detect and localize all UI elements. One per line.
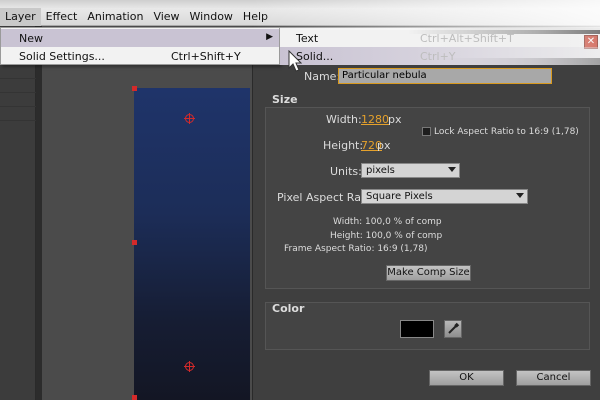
cancel-button[interactable]: Cancel bbox=[516, 370, 591, 386]
width-value[interactable]: 1280 bbox=[361, 113, 389, 126]
menu-layer[interactable]: Layer bbox=[0, 8, 41, 26]
layer-menu: New ▶ Solid Settings... Ctrl+Shift+Y bbox=[0, 27, 280, 65]
eyedropper-icon bbox=[448, 322, 460, 334]
submenu-arrow-icon: ▶ bbox=[266, 32, 273, 42]
units-label: Units: bbox=[330, 165, 362, 178]
menu-item-shortcut: Ctrl+Y bbox=[420, 50, 456, 63]
mouse-cursor-icon bbox=[288, 50, 302, 72]
name-field[interactable]: Particular nebula bbox=[338, 68, 552, 84]
left-panel bbox=[0, 26, 36, 400]
new-submenu: Text Ctrl+Alt+Shift+T Solid... Ctrl+Y bbox=[280, 27, 600, 65]
width-label: Width: bbox=[326, 113, 362, 126]
menu-help[interactable]: Help bbox=[238, 8, 273, 26]
size-section-title: Size bbox=[272, 93, 298, 106]
width-unit: px bbox=[388, 113, 402, 126]
menu-item-text[interactable]: Text Ctrl+Alt+Shift+T bbox=[280, 29, 600, 47]
transform-handle[interactable] bbox=[132, 86, 137, 91]
menu-animation[interactable]: Animation bbox=[82, 8, 148, 26]
anchor-crosshair-icon bbox=[184, 113, 195, 124]
make-comp-size-button[interactable]: Make Comp Size bbox=[386, 265, 471, 281]
menu-effect[interactable]: Effect bbox=[41, 8, 83, 26]
transform-handle[interactable] bbox=[132, 240, 137, 245]
menu-item-new[interactable]: New ▶ bbox=[1, 29, 279, 47]
menu-item-label: Solid Settings... bbox=[19, 50, 105, 63]
height-unit: px bbox=[377, 139, 391, 152]
color-swatch[interactable] bbox=[400, 320, 434, 338]
chevron-down-icon bbox=[516, 193, 524, 198]
info-width: Width: 100,0 % of comp bbox=[333, 217, 442, 227]
info-frame-aspect: Frame Aspect Ratio: 16:9 (1,78) bbox=[284, 244, 428, 254]
eyedropper-button[interactable] bbox=[444, 320, 462, 338]
menu-window[interactable]: Window bbox=[185, 8, 238, 26]
height-label: Height: bbox=[323, 139, 364, 152]
menu-item-shortcut: Ctrl+Alt+Shift+T bbox=[420, 32, 514, 45]
menu-item-label: Text bbox=[296, 32, 319, 45]
chevron-down-icon bbox=[448, 167, 456, 172]
menu-view[interactable]: View bbox=[148, 8, 184, 26]
anchor-crosshair-icon bbox=[184, 361, 195, 372]
units-value: pixels bbox=[366, 165, 395, 176]
transform-handle[interactable] bbox=[132, 395, 137, 400]
units-dropdown[interactable]: pixels bbox=[361, 163, 460, 178]
ok-button[interactable]: OK bbox=[429, 370, 504, 386]
pixel-aspect-value: Square Pixels bbox=[366, 191, 433, 202]
menu-item-label: New bbox=[19, 32, 43, 45]
menubar: Layer Effect Animation View Window Help bbox=[0, 8, 600, 26]
pixel-aspect-dropdown[interactable]: Square Pixels bbox=[361, 189, 528, 204]
solid-layer-preview[interactable] bbox=[134, 88, 250, 400]
menu-item-solid[interactable]: Solid... Ctrl+Y bbox=[280, 47, 600, 65]
title-strip bbox=[0, 0, 600, 8]
lock-aspect-checkbox[interactable] bbox=[422, 127, 431, 136]
menu-item-shortcut: Ctrl+Shift+Y bbox=[171, 50, 241, 63]
name-label: Name: bbox=[304, 70, 341, 83]
color-section-title: Color bbox=[272, 302, 305, 315]
menu-item-solid-settings[interactable]: Solid Settings... Ctrl+Shift+Y bbox=[1, 47, 279, 65]
lock-aspect-label: Lock Aspect Ratio to 16:9 (1,78) bbox=[434, 127, 579, 137]
info-height: Height: 100,0 % of comp bbox=[330, 231, 443, 241]
